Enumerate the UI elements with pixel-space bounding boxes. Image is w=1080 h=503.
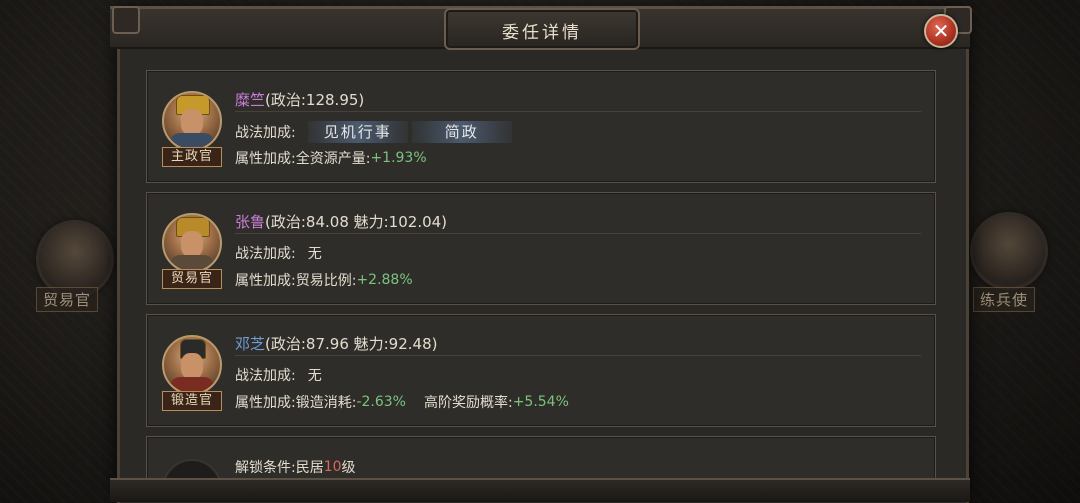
attribute-value-2: +5.54% [512, 394, 569, 410]
officer-card-1: 主政官 糜竺(政治:128.95) 战法加成: 见机行事 简政 属性加成: 全资… [146, 70, 936, 183]
officer-card-2: 贸易官 张鲁(政治:84.08 魅力:102.04) 战法加成: 无 属性加成:… [146, 192, 936, 305]
skills-none: 无 [307, 368, 322, 384]
face-shape [181, 353, 203, 379]
divider [235, 111, 921, 112]
attribute-label: 属性加成: [235, 395, 296, 411]
skills-label: 战法加成: [235, 368, 296, 384]
close-icon: ✕ [932, 19, 950, 43]
officer-name-line: 邓芝(政治:87.96 魅力:92.48) [235, 333, 437, 354]
officer-name: 张鲁 [235, 213, 266, 231]
face-shape [181, 109, 203, 135]
skills-label: 战法加成: [235, 125, 296, 141]
unlock-level: 10 [323, 459, 342, 475]
dialog-title-plate: 委任详情 [444, 8, 640, 50]
officer-name: 邓芝 [235, 335, 266, 353]
officer-name: 糜竺 [235, 91, 266, 109]
attribute-row: 属性加成: 贸易比例: +2.88% [235, 270, 413, 290]
side-label-left: 贸易官 [36, 287, 99, 312]
attribute-row: 属性加成: 锻造消耗: -2.63% 高阶奖励概率: +5.54% [235, 392, 569, 412]
unlock-level-suffix: 级 [341, 460, 356, 476]
skill-chip[interactable]: 简政 [411, 121, 512, 143]
attribute-text: 全资源产量: [295, 151, 371, 167]
officer-name-line: 张鲁(政治:84.08 魅力:102.04) [235, 211, 447, 232]
dialog-title: 委任详情 [502, 23, 582, 43]
skills-row: 战法加成: 无 [235, 365, 322, 385]
skills-none: 无 [307, 246, 322, 262]
skill-chip[interactable]: 见机行事 [307, 121, 408, 143]
officer-card-3: 锻造官 邓芝(政治:87.96 魅力:92.48) 战法加成: 无 属性加成: … [146, 314, 936, 427]
officer-portrait[interactable] [162, 335, 222, 395]
divider [235, 355, 921, 356]
skills-row: 战法加成: 见机行事 简政 [235, 121, 516, 143]
attribute-value: -2.63% [356, 394, 406, 410]
officer-stats: (政治:87.96 魅力:92.48) [265, 335, 438, 353]
role-badge: 锻造官 [162, 391, 222, 411]
divider [235, 233, 921, 234]
face-shape [181, 231, 203, 257]
attribute-label: 属性加成: [235, 151, 296, 167]
role-badge: 主政官 [162, 147, 222, 167]
officer-portrait[interactable] [162, 213, 222, 273]
role-badge: 贸易官 [162, 269, 222, 289]
frame-corner-left [112, 6, 140, 34]
officer-name-line: 糜竺(政治:128.95) [235, 89, 364, 110]
unlock-condition-row: 解锁条件:民居 10 级 [235, 457, 356, 477]
attribute-row: 属性加成: 全资源产量: +1.93% [235, 148, 427, 168]
attribute-label: 属性加成: [235, 273, 296, 289]
skills-label: 战法加成: [235, 246, 296, 262]
side-portrait-right[interactable] [970, 212, 1048, 290]
close-button[interactable]: ✕ [924, 14, 958, 48]
officer-portrait[interactable] [162, 91, 222, 151]
dialog-frame-bottom [110, 478, 970, 502]
attribute-text: 贸易比例: [295, 273, 357, 289]
attribute-value: +1.93% [370, 150, 427, 166]
officer-stats: (政治:128.95) [265, 91, 365, 109]
side-label-right: 练兵使 [973, 287, 1036, 312]
officer-stats: (政治:84.08 魅力:102.04) [265, 213, 448, 231]
skills-row: 战法加成: 无 [235, 243, 322, 263]
unlock-condition-label: 解锁条件:民居 [235, 460, 324, 476]
attribute-text-2: 高阶奖励概率: [423, 395, 513, 411]
attribute-value: +2.88% [356, 272, 413, 288]
attribute-text: 锻造消耗: [295, 395, 357, 411]
